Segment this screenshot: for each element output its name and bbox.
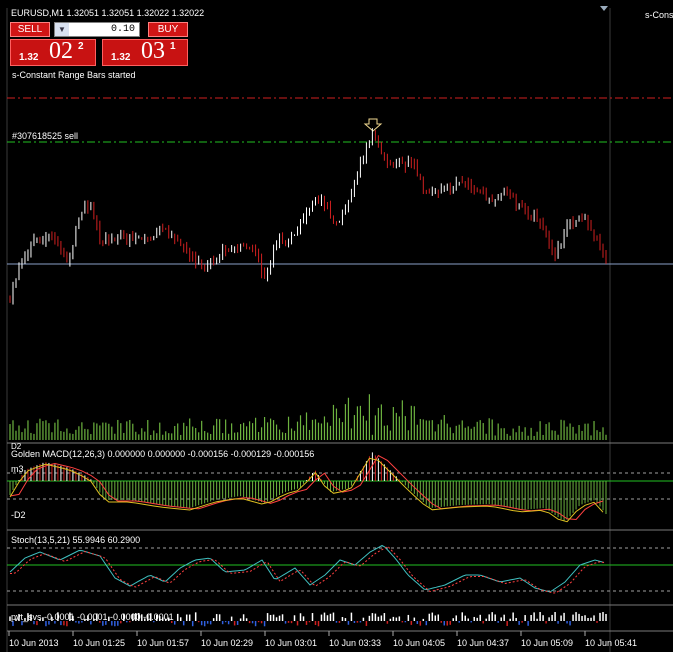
lot-decrease-icon[interactable]: ▼ <box>55 23 69 36</box>
pvt-title: pvt_svs -0.0001 -0.0001 -0.0000 -0.0001 <box>11 612 174 622</box>
buy-button[interactable]: BUY <box>148 22 188 37</box>
stoch-signal-line <box>10 545 605 594</box>
time-axis <box>8 631 586 636</box>
macd-signal-line <box>9 454 604 521</box>
stoch-title: Stoch(13,5,21) 55.9946 60.2900 <box>11 535 141 545</box>
macd-title: Golden MACD(12,26,3) 0.000000 0.000000 -… <box>11 449 315 459</box>
arrow-down-icon <box>363 118 383 132</box>
time-axis-label: 10 Jun 2013 <box>9 638 59 648</box>
status-message: s-Constant Range Bars started <box>12 70 136 80</box>
time-axis-label: 10 Jun 02:29 <box>201 638 254 648</box>
time-axis-label: 10 Jun 03:01 <box>265 638 318 648</box>
sell-price-prefix: 1.32 <box>19 52 39 63</box>
macd-level-top-label: m3 <box>11 464 24 474</box>
time-axis-label: 10 Jun 01:25 <box>73 638 126 648</box>
time-axis-label: 10 Jun 04:37 <box>457 638 510 648</box>
volume-histogram <box>9 394 607 440</box>
time-axis-label: 10 Jun 05:41 <box>585 638 638 648</box>
price-series <box>9 128 607 305</box>
time-axis-label: 10 Jun 04:05 <box>393 638 446 648</box>
buy-price-button[interactable]: 1.32 03 1 <box>102 38 188 66</box>
time-axis-label: 10 Jun 03:33 <box>329 638 382 648</box>
sell-price-button[interactable]: 1.32 02 2 <box>10 38 96 66</box>
sell-button[interactable]: SELL <box>10 22 50 37</box>
sell-price-fraction: 2 <box>78 41 84 52</box>
lot-size-value[interactable]: 0.10 <box>111 23 135 36</box>
time-axis-label: 10 Jun 01:57 <box>137 638 190 648</box>
macd-level-bottom-label: -D2 <box>11 510 26 520</box>
buy-price-prefix: 1.32 <box>111 52 131 63</box>
symbol-info: EURUSD,M1 1.32051 1.32051 1.32022 1.3202… <box>11 8 205 18</box>
sell-price-pips: 02 <box>49 38 73 64</box>
order-label: #307618525 sell <box>12 131 79 141</box>
time-axis-label: 10 Jun 05:09 <box>521 638 574 648</box>
lot-size-field[interactable]: ▼ 0.10 <box>54 22 140 37</box>
macd-main-line <box>9 457 604 523</box>
one-click-trading-panel: SELL ▼ 0.10 BUY 1.32 02 2 1.32 03 1 <box>10 22 188 66</box>
price-chart[interactable] <box>0 0 673 652</box>
expert-name-label: s-Cons <box>645 10 673 20</box>
chevron-down-icon[interactable] <box>600 6 608 11</box>
buy-price-fraction: 1 <box>170 41 176 52</box>
buy-price-pips: 03 <box>141 38 165 64</box>
stoch-main-line <box>9 544 605 593</box>
